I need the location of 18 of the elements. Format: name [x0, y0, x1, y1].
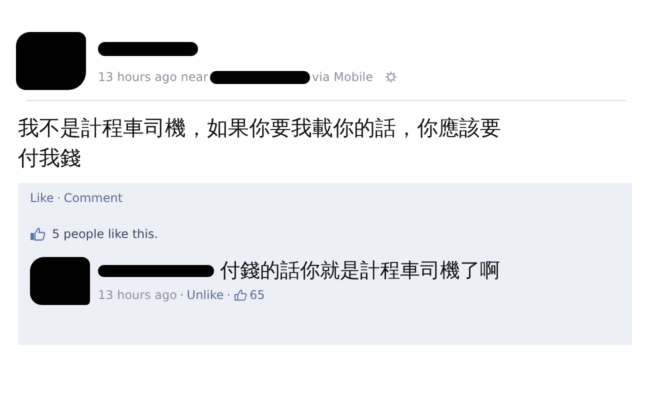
gear-icon	[385, 71, 398, 83]
post-text: 我不是計程車司機，如果你要我載你的話，你應該要付我錢	[18, 115, 502, 172]
post-time: 13 hours ago near	[98, 70, 208, 84]
action-link[interactable]: Like	[30, 191, 54, 205]
separator-dot: ·	[180, 288, 184, 302]
like-count: 65	[250, 288, 265, 302]
unlike-link[interactable]: Unlike	[186, 288, 224, 302]
likes-text: 5 people like this.	[52, 227, 158, 241]
action-link[interactable]: Comment	[64, 191, 123, 205]
separator-dot: ·	[226, 288, 231, 302]
redaction-mark	[30, 257, 90, 305]
thumbs-up-icon	[234, 289, 247, 301]
comment-text: 付錢的話你就是計程車司機了啊	[220, 257, 500, 284]
separator-dot: ·	[56, 191, 61, 205]
redaction-mark	[16, 32, 86, 90]
thumbs-up-icon	[30, 227, 46, 241]
post-source: via Mobile	[312, 70, 374, 84]
comment-time: 13 hours ago	[98, 288, 177, 302]
